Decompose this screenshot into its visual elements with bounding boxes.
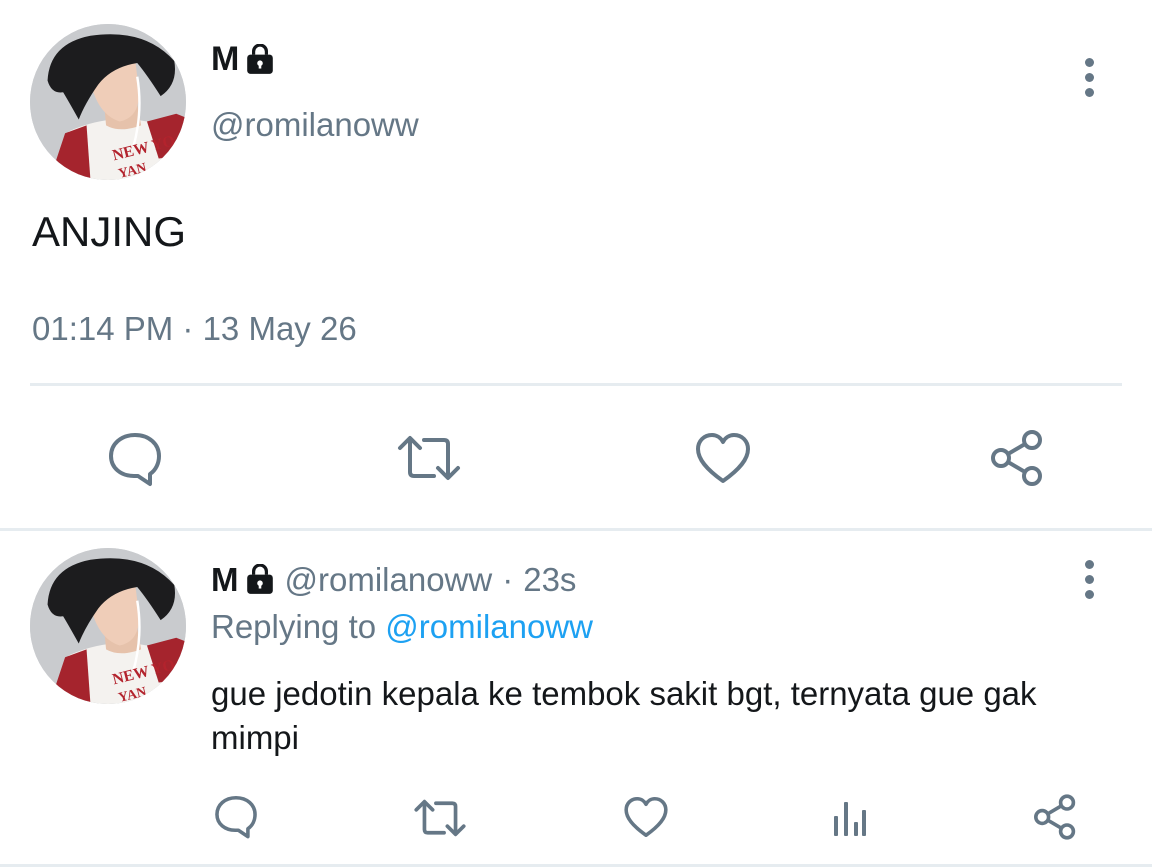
divider bbox=[30, 383, 1122, 386]
reply-avatar[interactable] bbox=[30, 548, 186, 704]
reply-author-name[interactable]: M bbox=[211, 561, 239, 599]
lock-icon bbox=[245, 43, 275, 75]
retweet-icon[interactable] bbox=[396, 428, 462, 488]
section-divider bbox=[0, 528, 1152, 531]
analytics-icon[interactable] bbox=[830, 795, 870, 839]
tweet-timestamp: 01:14 PM · 13 May 26 bbox=[32, 310, 357, 347]
share-icon[interactable] bbox=[986, 428, 1048, 488]
reply-age: 23s bbox=[523, 561, 577, 598]
tweet-text: ANJING bbox=[32, 208, 187, 255]
reply-retweet-icon[interactable] bbox=[412, 794, 468, 842]
comment-icon[interactable] bbox=[105, 428, 165, 488]
replying-to: Replying to @romilanoww bbox=[211, 608, 593, 646]
reply-share-icon[interactable] bbox=[1030, 792, 1080, 842]
author-name-label: M bbox=[211, 40, 240, 78]
more-options-icon[interactable] bbox=[1083, 58, 1095, 103]
reply-heart-icon[interactable] bbox=[622, 794, 670, 840]
separator-dot: · bbox=[502, 561, 514, 598]
author-handle[interactable]: @romilanoww bbox=[211, 106, 419, 144]
author-name[interactable]: M bbox=[211, 40, 275, 79]
replying-to-handle-link[interactable]: @romilanoww bbox=[385, 608, 593, 645]
reply-more-options-icon[interactable] bbox=[1083, 560, 1095, 605]
heart-icon[interactable] bbox=[693, 428, 753, 488]
reply-text: gue jedotin kepala ke tembok sakit bgt, … bbox=[211, 675, 1037, 756]
reply-header: M @romilanoww · 23s bbox=[211, 561, 576, 599]
reply-author-handle[interactable]: @romilanoww bbox=[285, 561, 493, 599]
lock-icon bbox=[245, 564, 274, 596]
replying-to-label: Replying to bbox=[211, 608, 377, 645]
reply-comment-icon[interactable] bbox=[212, 792, 260, 840]
avatar[interactable] bbox=[30, 24, 186, 180]
